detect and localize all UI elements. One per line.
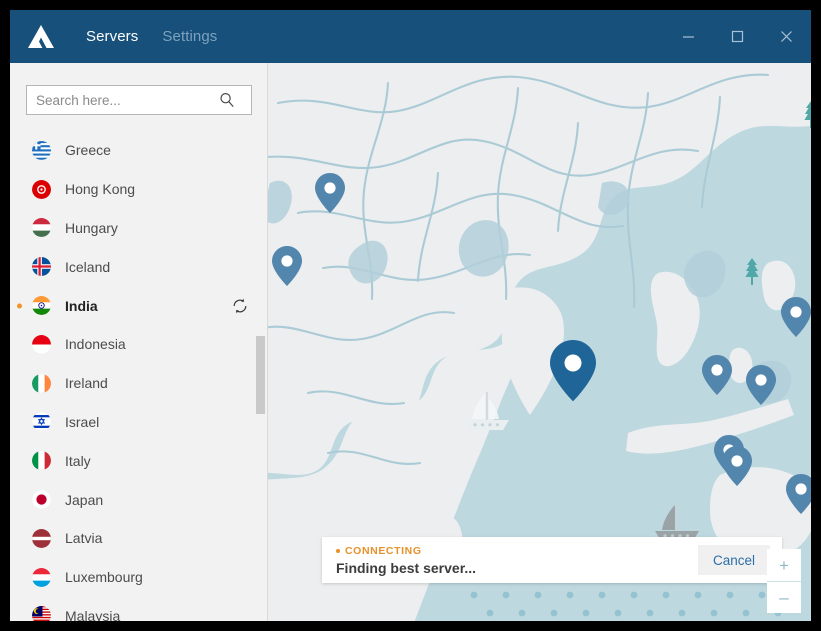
- country-row-hong-kong[interactable]: Hong Kong: [10, 170, 267, 209]
- country-row-latvia[interactable]: Latvia: [10, 519, 267, 558]
- country-name: Indonesia: [65, 336, 126, 353]
- connection-status-bar: CONNECTING Finding best server... Cancel: [322, 537, 782, 583]
- nordvpn-logo-icon: [18, 10, 64, 63]
- country-name: Iceland: [65, 258, 111, 275]
- window-controls: [664, 10, 811, 63]
- status-message: Finding best server...: [336, 559, 477, 576]
- zoom-out-button[interactable]: –: [767, 581, 801, 613]
- country-name: Ireland: [65, 375, 108, 392]
- flag-icon-lu: [32, 567, 51, 587]
- title-bar: Servers Settings: [10, 10, 811, 63]
- flag-icon-hk: [32, 179, 51, 199]
- country-row-greece[interactable]: Greece: [10, 131, 267, 170]
- minimize-icon[interactable]: [664, 10, 713, 63]
- country-row-hungary[interactable]: Hungary: [10, 209, 267, 248]
- status-state-label: CONNECTING: [345, 544, 422, 557]
- country-row-iceland[interactable]: Iceland: [10, 247, 267, 286]
- country-name: Hungary: [65, 219, 118, 236]
- map-canvas[interactable]: CONNECTING Finding best server... Cancel…: [268, 63, 811, 621]
- close-icon[interactable]: [762, 10, 811, 63]
- country-row-india[interactable]: India: [10, 286, 267, 325]
- country-row-israel[interactable]: Israel: [10, 403, 267, 442]
- flag-icon-hu: [32, 218, 51, 238]
- flag-icon-jp: [32, 490, 51, 510]
- country-name: Hong Kong: [65, 181, 136, 198]
- refresh-spinner-icon[interactable]: [231, 297, 249, 315]
- flag-icon-ie: [32, 373, 51, 393]
- flag-icon-gr: [32, 140, 51, 160]
- tab-servers[interactable]: Servers: [74, 10, 150, 63]
- maximize-icon[interactable]: [713, 10, 762, 63]
- status-badge: CONNECTING: [336, 545, 476, 557]
- cancel-button[interactable]: Cancel: [698, 545, 770, 575]
- flag-icon-it: [32, 451, 51, 471]
- tab-settings[interactable]: Settings: [150, 10, 229, 63]
- app-window: Servers Settings GreeceHong Ko: [10, 10, 811, 621]
- flag-icon-id: [32, 334, 51, 354]
- country-name: Greece: [65, 142, 111, 159]
- sidebar-scrollbar-thumb[interactable]: [256, 336, 265, 414]
- country-list[interactable]: Greece Hong Kong Hungary Iceland India Indone…: [10, 131, 267, 621]
- active-country-dot-icon: [17, 303, 22, 309]
- country-row-italy[interactable]: Italy: [10, 441, 267, 480]
- country-name: India: [65, 297, 98, 314]
- status-dot-icon: [336, 548, 340, 553]
- flag-icon-il: [32, 412, 51, 432]
- country-name: Israel: [65, 413, 100, 430]
- country-row-luxembourg[interactable]: Luxembourg: [10, 558, 267, 597]
- status-text-group: CONNECTING Finding best server...: [322, 545, 476, 576]
- country-row-japan[interactable]: Japan: [10, 480, 267, 519]
- country-name: Latvia: [65, 530, 103, 547]
- country-row-indonesia[interactable]: Indonesia: [10, 325, 267, 364]
- country-row-ireland[interactable]: Ireland: [10, 364, 267, 403]
- country-name: Japan: [65, 491, 104, 508]
- country-name: Italy: [65, 452, 91, 469]
- country-row-malaysia[interactable]: Malaysia: [10, 597, 267, 621]
- sidebar: Greece Hong Kong Hungary Iceland India Indone…: [10, 63, 268, 621]
- flag-icon-is: [32, 257, 51, 277]
- map-zoom-controls: + –: [767, 549, 801, 613]
- flag-icon-my: [32, 606, 51, 621]
- flag-icon-lv: [32, 528, 51, 548]
- search-icon[interactable]: [213, 92, 241, 108]
- zoom-in-button[interactable]: +: [767, 549, 801, 581]
- search-input[interactable]: [27, 87, 213, 113]
- flag-icon-in: [32, 296, 51, 316]
- country-name: Malaysia: [65, 607, 121, 621]
- search-box[interactable]: [26, 85, 252, 115]
- country-name: Luxembourg: [65, 569, 143, 586]
